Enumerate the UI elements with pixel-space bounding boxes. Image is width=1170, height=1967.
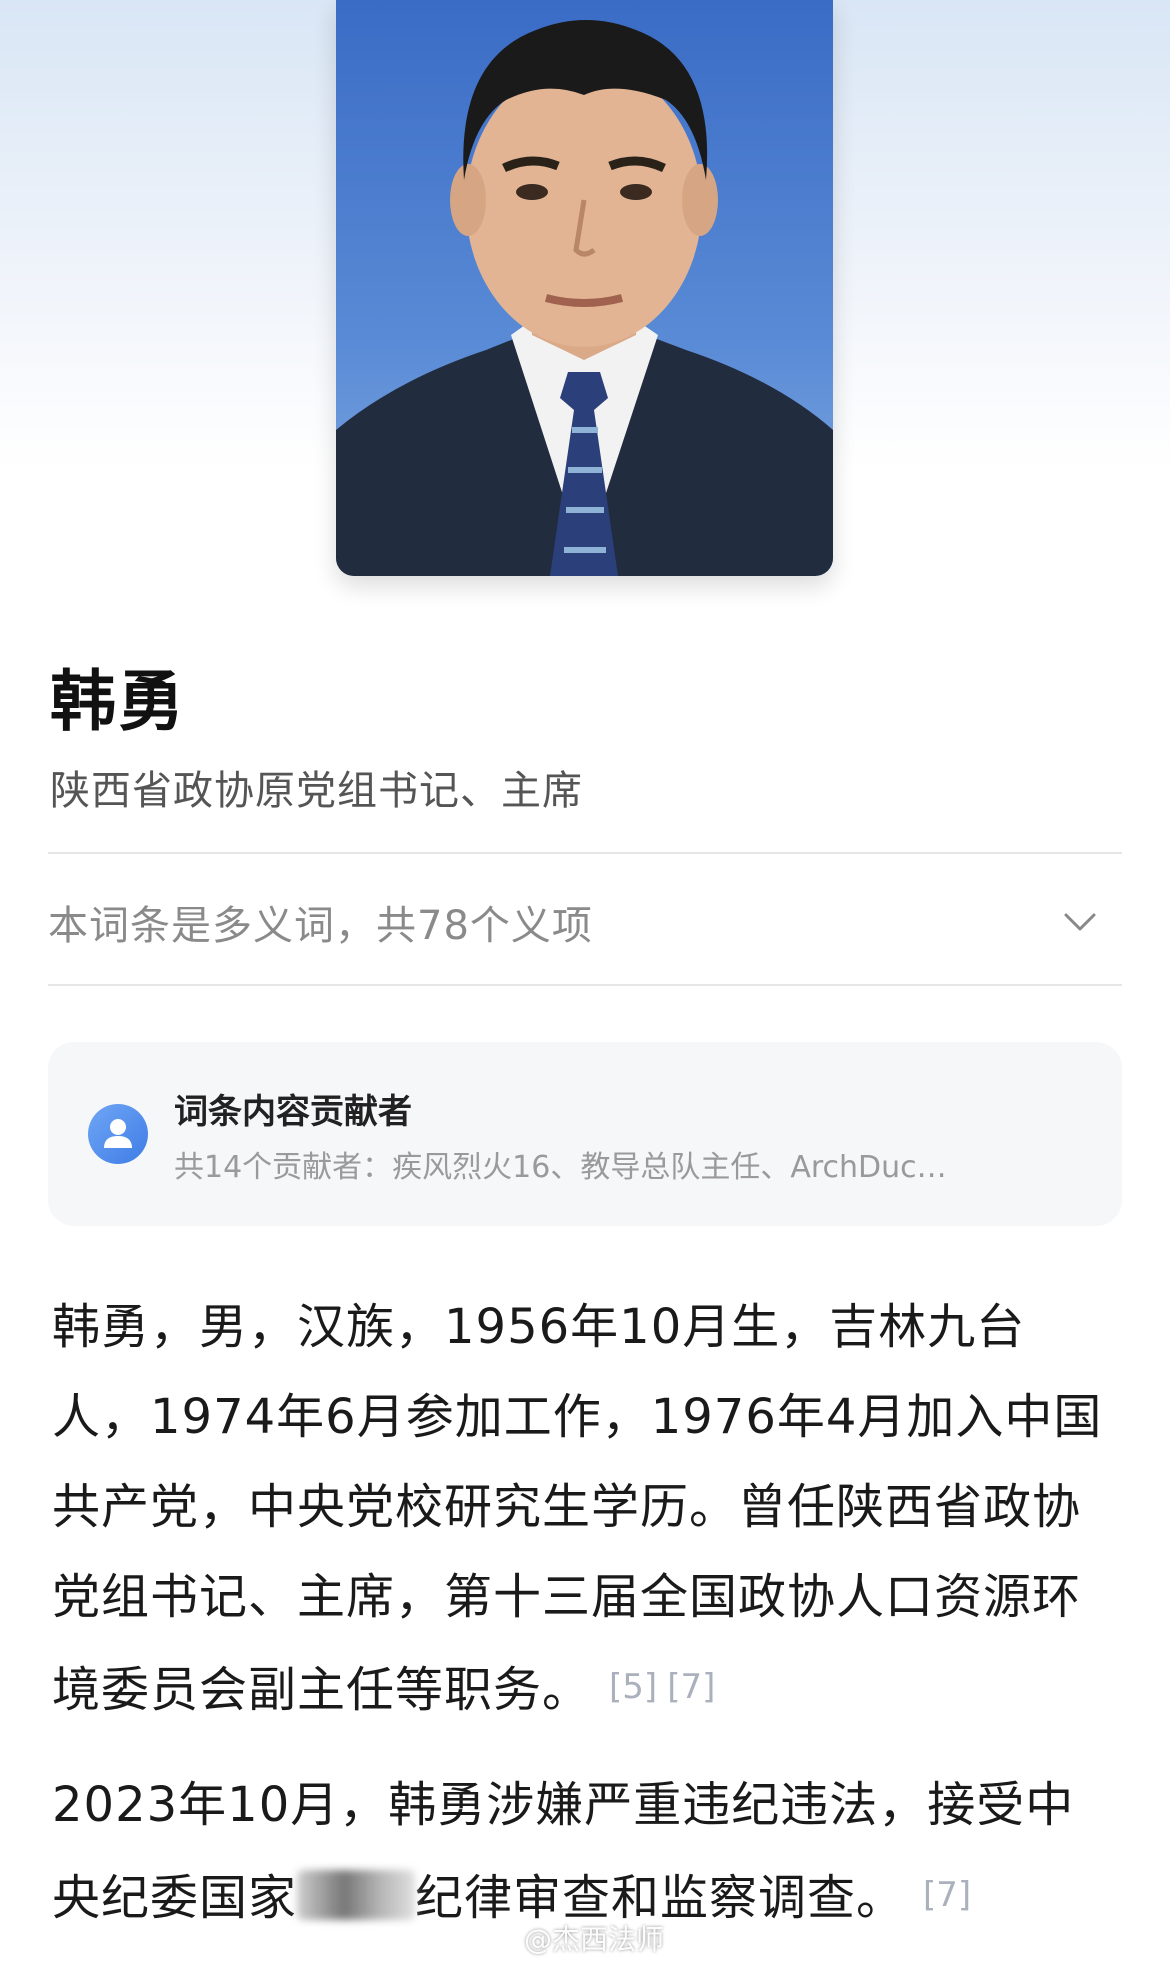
contributors-title: 词条内容贡献者 [174,1092,412,1132]
contributors-summary: 共14个贡献者：疾风烈火16、教导总队主任、ArchDuc… [174,1150,947,1185]
polysemy-label: 本词条是多义词，共78个义项 [48,903,593,949]
citation-link[interactable]: [7] [923,1875,971,1915]
entry-portrait[interactable] [336,0,833,576]
citation-group: [7] [923,1875,981,1915]
weibo-icon [488,1928,516,1951]
divider [48,984,1122,986]
entry-subtitle: 陕西省政协原党组书记、主席 [50,768,583,814]
citation-link[interactable]: [7] [667,1667,715,1707]
polysemy-selector[interactable]: 本词条是多义词，共78个义项 [48,858,1122,986]
paragraph-text: 韩勇，男，汉族，1956年10月生，吉林九台人，1974年6月参加工作，1976… [52,1299,1103,1718]
blurred-text [297,1870,416,1920]
portrait-image [336,0,833,576]
citation-group: [5] [7] [609,1667,725,1707]
summary-paragraph: 韩勇，男，汉族，1956年10月生，吉林九台人，1974年6月参加工作，1976… [52,1282,1112,1735]
watermark-text: @杰西法师 [524,1923,665,1956]
watermark: @杰西法师 [488,1918,664,1958]
page-title: 韩勇 [50,663,186,740]
divider [48,852,1122,854]
contributors-card[interactable]: 词条内容贡献者 共14个贡献者：疾风烈火16、教导总队主任、ArchDuc… [48,1042,1122,1226]
investigation-paragraph: 2023年10月，韩勇涉嫌严重违纪违法，接受中央纪委国家 纪律审查和监察调查。 [7… [52,1760,1112,1943]
chevron-down-icon[interactable] [1062,904,1098,940]
user-avatar-icon [88,1104,148,1164]
citation-link[interactable]: [5] [609,1667,657,1707]
